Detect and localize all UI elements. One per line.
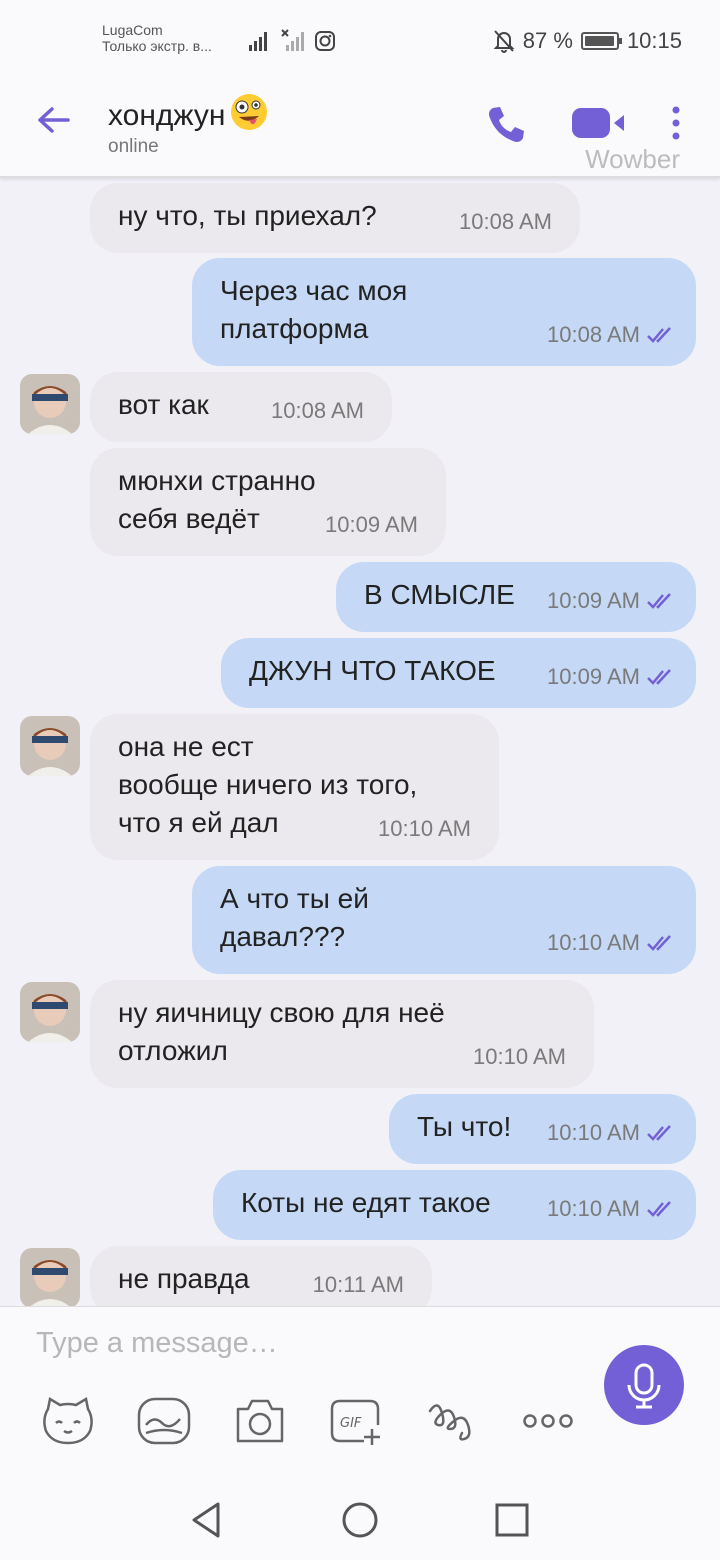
signal-icon [249,32,267,51]
message-bubble-incoming[interactable]: она не ест вообще ничего из того, что я … [90,714,499,860]
message-time: 10:10 AM [547,1114,678,1152]
watermark: Wowber [585,144,680,174]
message-time-text: 10:08 AM [547,322,640,347]
contact-name-text: хонджун [108,99,226,132]
video-call-icon[interactable] [570,106,628,140]
more-options-icon[interactable] [668,104,684,144]
message-time-text: 10:11 AM [312,1272,404,1297]
message-time-text: 10:10 AM [473,1044,566,1069]
message-bubble-outgoing[interactable]: Коты не едят такое 10:10 AM [213,1170,696,1240]
carrier-info: LugaCom Только экстр. в... [102,22,212,54]
bell-off-icon [493,30,515,53]
zany-face-icon [229,92,269,140]
camera-icon[interactable] [232,1395,288,1447]
message-bubble-incoming[interactable]: ну что, ты приехал? 10:08 AM [90,183,580,253]
message-time-text: 10:10 AM [547,930,640,955]
gif-icon[interactable]: GIF [328,1395,384,1447]
message-bubble-incoming[interactable]: не правда 10:11 AM [90,1246,432,1306]
message-bubble-outgoing[interactable]: Через час моя платформа 10:08 AM [192,258,696,366]
battery-percent: 87 % [522,28,573,53]
message-time: 10:08 AM [547,316,678,354]
contact-status: online [108,136,159,157]
avatar[interactable] [20,1248,80,1306]
read-ticks-icon [647,935,671,951]
clock: 10:15 [626,28,682,53]
message-input[interactable]: Type a message… [36,1327,278,1360]
instagram-icon [315,31,335,51]
message-time: 10:09 AM [547,582,678,620]
nav-recents-icon[interactable] [490,1498,534,1542]
message-time: 10:10 AM [547,1190,678,1228]
message-time-text: 10:08 AM [459,209,552,234]
more-dots-icon[interactable] [520,1395,576,1447]
message-time-text: 10:08 AM [271,398,364,423]
read-ticks-icon [647,593,671,609]
signal-no-sim-icon [281,29,304,51]
message-time-text: 10:10 AM [547,1196,640,1221]
nav-home-icon[interactable] [338,1498,382,1542]
system-nav-bar [0,1480,720,1560]
message-bubble-incoming[interactable]: мюнхи странно себя ведёт 10:09 AM [90,448,446,556]
read-ticks-icon [647,669,671,685]
svg-text:GIF: GIF [340,1416,362,1431]
phone-call-icon[interactable] [484,102,528,146]
status-icons-right: 87 % 10:15 [493,28,682,54]
message-time-text: 10:10 AM [547,1120,640,1145]
message-bubble-outgoing[interactable]: Ты что! 10:10 AM [389,1094,696,1164]
message-time: 10:10 AM [473,1038,566,1076]
message-time: 10:09 AM [325,506,418,544]
message-time: 10:08 AM [459,203,552,241]
message-bubble-incoming[interactable]: вот как 10:08 AM [90,372,392,442]
message-bubble-outgoing[interactable]: А что ты ей давал??? 10:10 AM [192,866,696,974]
microphone-icon [627,1363,661,1409]
avatar[interactable] [20,982,80,1042]
message-time: 10:08 AM [271,392,364,430]
message-time-text: 10:09 AM [325,512,418,537]
read-ticks-icon [647,327,671,343]
nav-back-icon[interactable] [186,1498,230,1542]
read-ticks-icon [647,1125,671,1141]
composer: Type a message… GIF [0,1306,720,1480]
sticker-icon[interactable] [40,1395,96,1447]
avatar[interactable] [20,374,80,434]
message-time: 10:10 AM [378,810,471,848]
message-bubble-outgoing[interactable]: ДЖУН ЧТО ТАКОЕ 10:09 AM [221,638,696,708]
carrier-subtext: Только экстр. в... [102,38,212,54]
message-time: 10:10 AM [547,924,678,962]
message-time-text: 10:10 AM [378,816,471,841]
message-bubble-outgoing[interactable]: В СМЫСЛЕ 10:09 AM [336,562,696,632]
message-time: 10:11 AM [313,1266,404,1304]
message-bubble-incoming[interactable]: ну яичницу свою для неё отложил 10:10 AM [90,980,594,1088]
avatar[interactable] [20,716,80,776]
squiggle-icon[interactable] [424,1395,480,1447]
status-icons-left [248,29,336,52]
back-arrow-icon[interactable] [34,100,74,140]
chat-header: хонджун online Wowber [0,70,720,178]
message-time: 10:09 AM [547,658,678,696]
message-time-text: 10:09 AM [547,588,640,613]
message-time-text: 10:09 AM [547,664,640,689]
message-thread[interactable]: ну что, ты приехал? 10:08 AM Через час м… [0,180,720,1306]
doodle-icon[interactable] [136,1395,192,1447]
read-ticks-icon [647,1201,671,1217]
carrier-name: LugaCom [102,22,163,38]
contact-name[interactable]: хонджун [108,92,269,140]
voice-record-button[interactable] [604,1345,684,1425]
battery-icon [580,32,622,50]
status-bar: LugaCom Только экстр. в... 87 % 10:15 [0,0,720,70]
